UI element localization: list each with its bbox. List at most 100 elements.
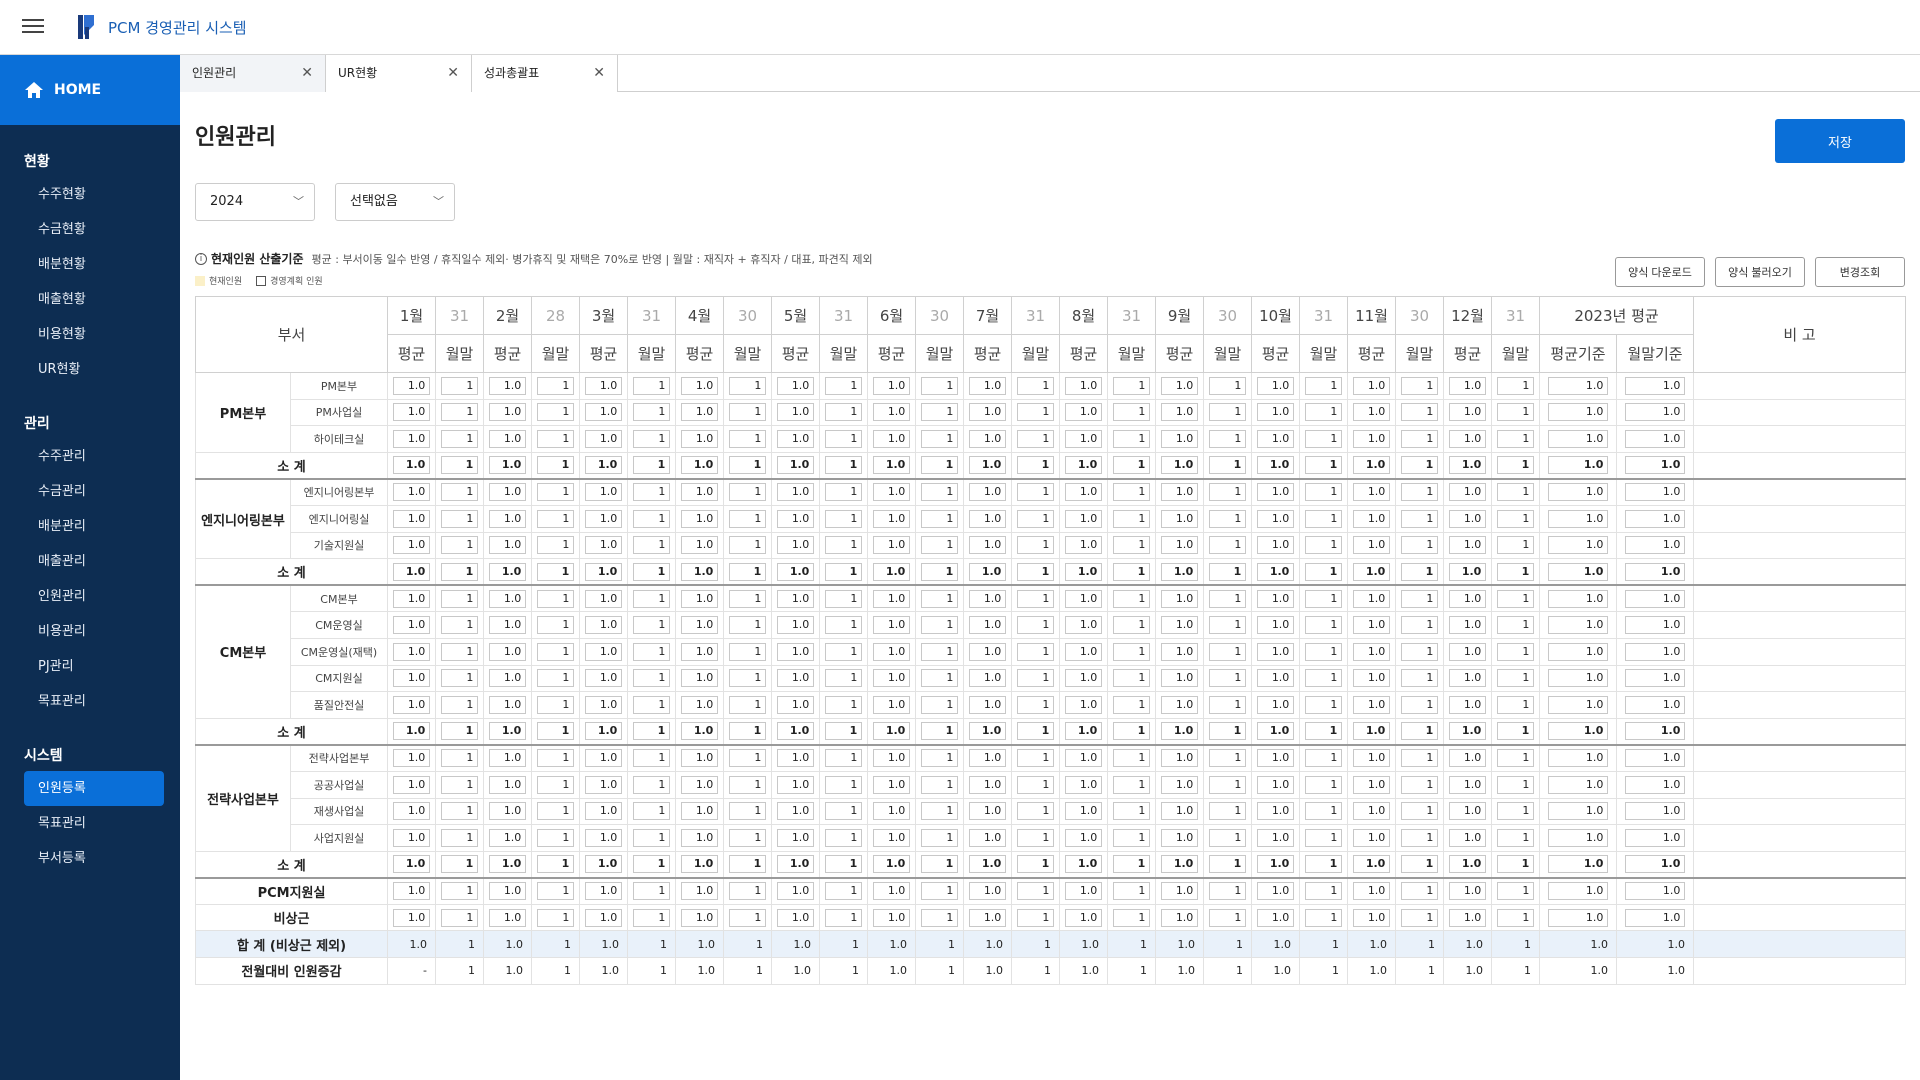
end-value[interactable]: 1 (1112, 562, 1151, 581)
end-value[interactable]: 1 (536, 616, 575, 635)
end-value[interactable]: 1 (1112, 429, 1151, 448)
avg-value[interactable]: 1.0 (1160, 642, 1199, 661)
avg-value[interactable]: 1.0 (680, 642, 719, 661)
avg-value[interactable]: 1.0 (1448, 695, 1487, 714)
end-value[interactable]: 1 (824, 536, 863, 555)
end-value[interactable]: 1 (1016, 642, 1055, 661)
avg-value[interactable]: 1.0 (1160, 509, 1199, 528)
avg-value[interactable]: 1.0 (680, 749, 719, 768)
avg-value[interactable]: 1.0 (488, 722, 527, 741)
end-value[interactable]: 1 (920, 562, 959, 581)
tab[interactable]: 인원관리 ✕ (180, 55, 326, 92)
avg-value[interactable]: 1.0 (488, 882, 527, 901)
end-value[interactable]: 1 (1208, 695, 1247, 714)
end-value[interactable]: 1 (440, 403, 479, 422)
avg-value[interactable]: 1.0 (680, 855, 719, 874)
end-value[interactable]: 1 (1496, 536, 1535, 555)
prev-avg-value[interactable]: 1.0 (1547, 429, 1609, 448)
end-value[interactable]: 1 (920, 616, 959, 635)
end-value[interactable]: 1 (632, 908, 671, 927)
avg-value[interactable]: 1.0 (392, 775, 431, 794)
avg-value[interactable]: 1.0 (392, 695, 431, 714)
avg-value[interactable]: 1.0 (392, 855, 431, 874)
end-value[interactable]: 1 (1016, 562, 1055, 581)
sidebar-item[interactable]: 목표관리 (0, 806, 180, 841)
avg-value[interactable]: 1.0 (680, 376, 719, 395)
end-value[interactable]: 1 (920, 749, 959, 768)
end-value[interactable]: 1 (1016, 483, 1055, 502)
note-cell[interactable] (1693, 584, 1907, 613)
end-value[interactable]: 1 (1496, 403, 1535, 422)
avg-value[interactable]: 1.0 (872, 483, 911, 502)
note-cell[interactable] (1693, 558, 1907, 587)
sidebar-item[interactable]: 수금현황 (0, 212, 180, 247)
end-value[interactable]: 1 (1112, 828, 1151, 847)
end-value[interactable]: 1 (632, 775, 671, 794)
end-value[interactable]: 1 (1016, 509, 1055, 528)
avg-value[interactable]: 1.0 (488, 855, 527, 874)
avg-value[interactable]: 1.0 (968, 376, 1007, 395)
prev-avg-value[interactable]: 1.0 (1547, 669, 1609, 688)
end-value[interactable]: 1 (632, 722, 671, 741)
avg-value[interactable]: 1.0 (776, 882, 815, 901)
end-value[interactable]: 1 (440, 775, 479, 794)
end-value[interactable]: 1 (1208, 642, 1247, 661)
end-value[interactable]: 1 (728, 376, 767, 395)
avg-value[interactable]: 1.0 (872, 802, 911, 821)
end-value[interactable]: 1 (632, 882, 671, 901)
avg-value[interactable]: 1.0 (872, 722, 911, 741)
avg-value[interactable]: 1.0 (1064, 882, 1103, 901)
avg-value[interactable]: 1.0 (1448, 483, 1487, 502)
end-value[interactable]: 1 (1112, 456, 1151, 475)
avg-value[interactable]: 1.0 (1448, 908, 1487, 927)
avg-value[interactable]: 1.0 (488, 695, 527, 714)
avg-value[interactable]: 1.0 (1160, 616, 1199, 635)
avg-value[interactable]: 1.0 (1064, 456, 1103, 475)
end-value[interactable]: 1 (1304, 669, 1343, 688)
end-value[interactable]: 1 (728, 562, 767, 581)
end-value[interactable]: 1 (632, 642, 671, 661)
end-value[interactable]: 1 (440, 509, 479, 528)
end-value[interactable]: 1 (1496, 749, 1535, 768)
end-value[interactable]: 1 (1400, 882, 1439, 901)
avg-value[interactable]: 1.0 (776, 509, 815, 528)
note-cell[interactable] (1693, 877, 1907, 905)
avg-value[interactable]: 1.0 (776, 376, 815, 395)
end-value[interactable]: 1 (1304, 855, 1343, 874)
avg-value[interactable]: 1.0 (1448, 536, 1487, 555)
prev-end-value[interactable]: 1.0 (1624, 855, 1686, 874)
avg-value[interactable]: 1.0 (392, 642, 431, 661)
prev-end-value[interactable]: 1.0 (1624, 882, 1686, 901)
avg-value[interactable]: 1.0 (680, 562, 719, 581)
end-value[interactable]: 1 (1112, 616, 1151, 635)
end-value[interactable]: 1 (824, 669, 863, 688)
end-value[interactable]: 1 (824, 509, 863, 528)
end-value[interactable]: 1 (728, 695, 767, 714)
avg-value[interactable]: 1.0 (488, 376, 527, 395)
close-icon[interactable]: ✕ (447, 55, 459, 91)
end-value[interactable]: 1 (1304, 749, 1343, 768)
avg-value[interactable]: 1.0 (392, 908, 431, 927)
sidebar-item[interactable]: 비용관리 (0, 614, 180, 649)
prev-end-value[interactable]: 1.0 (1624, 589, 1686, 608)
avg-value[interactable]: 1.0 (776, 562, 815, 581)
end-value[interactable]: 1 (1112, 669, 1151, 688)
note-cell[interactable] (1693, 744, 1907, 772)
end-value[interactable]: 1 (1400, 695, 1439, 714)
avg-value[interactable]: 1.0 (776, 775, 815, 794)
end-value[interactable]: 1 (536, 695, 575, 714)
avg-value[interactable]: 1.0 (392, 403, 431, 422)
end-value[interactable]: 1 (440, 562, 479, 581)
prev-end-value[interactable]: 1.0 (1624, 695, 1686, 714)
end-value[interactable]: 1 (920, 536, 959, 555)
end-value[interactable]: 1 (1112, 882, 1151, 901)
avg-value[interactable]: 1.0 (392, 562, 431, 581)
end-value[interactable]: 1 (1304, 908, 1343, 927)
avg-value[interactable]: 1.0 (392, 882, 431, 901)
avg-value[interactable]: 1.0 (776, 616, 815, 635)
end-value[interactable]: 1 (536, 376, 575, 395)
close-icon[interactable]: ✕ (593, 55, 605, 91)
avg-value[interactable]: 1.0 (1448, 509, 1487, 528)
avg-value[interactable]: 1.0 (488, 669, 527, 688)
avg-value[interactable]: 1.0 (680, 456, 719, 475)
